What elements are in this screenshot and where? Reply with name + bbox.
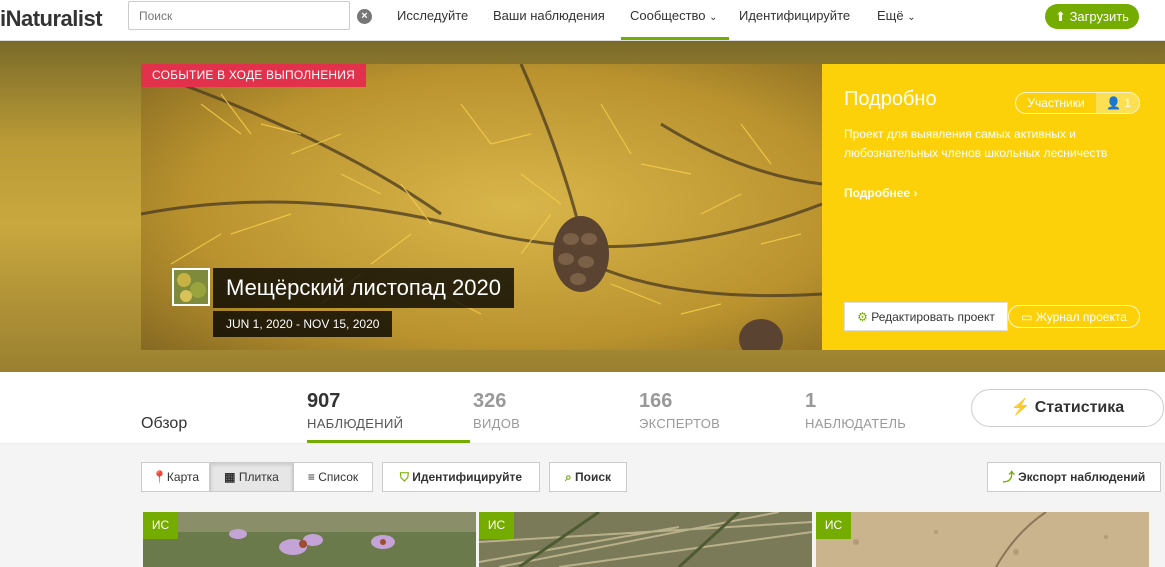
project-dates: JUN 1, 2020 - NOV 15, 2020: [213, 311, 393, 337]
grid-view-button[interactable]: ▦ Плитка: [210, 462, 293, 492]
stat-species-count: 326: [473, 390, 507, 412]
project-journal-button[interactable]: ▭ Журнал проекта: [1008, 305, 1140, 328]
stat-observations[interactable]: 907 НАБЛЮДЕНИЙ: [307, 390, 403, 431]
map-view-button[interactable]: 📍Карта: [141, 462, 210, 492]
edit-project-label: Редактировать проект: [871, 310, 995, 324]
members-count-value: 1: [1124, 96, 1131, 110]
project-icon: [172, 268, 210, 306]
search-icon: ⌕: [564, 470, 572, 484]
external-link-icon: ⤴: [1002, 470, 1015, 484]
top-navbar: iNaturalist × Исследуйте Ваши наблюдения…: [0, 0, 1165, 41]
search-button[interactable]: ⌕ Поиск: [549, 462, 627, 492]
stat-observers[interactable]: 1 НАБЛЮДАТЕЛЬ: [805, 390, 906, 431]
project-journal-label: Журнал проекта: [1035, 310, 1127, 324]
export-observations-button[interactable]: ⤴ Экспорт наблюдений: [987, 462, 1161, 492]
more-link-label: Подробнее: [844, 186, 911, 200]
stat-observations-label: НАБЛЮДЕНИЙ: [307, 416, 404, 431]
upload-icon: ⬆: [1055, 9, 1066, 24]
chevron-right-icon: ›: [913, 186, 918, 200]
gear-icon: ⚙: [857, 310, 868, 324]
upload-button[interactable]: ⬆ Загрузить: [1045, 4, 1139, 29]
identify-button[interactable]: ⛉ Идентифицируйте: [382, 462, 540, 492]
nav-community-label: Сообщество: [630, 8, 706, 23]
map-marker-icon: 📍: [151, 470, 167, 484]
details-title: Подробно: [844, 88, 937, 110]
list-view-label: Список: [318, 470, 359, 484]
statistics-button[interactable]: ⚡ Статистика: [971, 389, 1164, 427]
research-grade-badge: ИС: [816, 512, 851, 539]
lightning-icon: ⚡: [1010, 399, 1031, 416]
nav-community[interactable]: Сообщество ⌄: [630, 8, 718, 23]
nav-more[interactable]: Ещё ⌄: [877, 8, 916, 23]
chevron-down-icon: ⌄: [907, 12, 916, 23]
map-view-label: Карта: [166, 470, 200, 484]
search-button-label: Поиск: [575, 470, 612, 484]
identify-label: Идентифицируйте: [412, 470, 523, 484]
nav-your-observations[interactable]: Ваши наблюдения: [493, 8, 605, 23]
clear-search-icon[interactable]: ×: [357, 9, 372, 24]
observation-tile[interactable]: [479, 512, 812, 567]
shield-icon: ⛉: [399, 470, 409, 484]
nav-more-label: Ещё: [877, 8, 904, 23]
nav-identify[interactable]: Идентифицируйте: [739, 8, 850, 23]
inaturalist-logo[interactable]: iNaturalist: [0, 6, 103, 32]
stat-observations-count: 907: [307, 390, 341, 412]
grid-icon: ▦: [224, 470, 236, 484]
edit-project-button[interactable]: ⚙ Редактировать проект: [844, 302, 1008, 331]
stat-identifiers-count: 166: [639, 390, 673, 412]
observation-tile[interactable]: [143, 512, 476, 567]
grid-view-label: Плитка: [238, 470, 279, 484]
chevron-down-icon: ⌄: [709, 12, 718, 23]
members-label: Участники: [1027, 96, 1085, 110]
research-grade-badge: ИС: [479, 512, 514, 539]
members-button[interactable]: Участники 👤 1: [1015, 92, 1140, 114]
nav-active-indicator: [621, 37, 729, 40]
observation-tile[interactable]: [816, 512, 1149, 567]
statistics-label: Статистика: [1034, 399, 1125, 416]
stat-active-indicator: [307, 440, 470, 443]
nav-explore[interactable]: Исследуйте: [397, 8, 468, 23]
members-count: 👤 1: [1096, 93, 1139, 113]
list-view-button[interactable]: ≡ Список: [293, 462, 373, 492]
project-title: Мещёрский листопад 2020: [213, 268, 514, 308]
export-label: Экспорт наблюдений: [1018, 470, 1146, 484]
event-in-progress-badge: СОБЫТИЕ В ХОДЕ ВЫПОЛНЕНИЯ: [141, 64, 366, 87]
user-icon: 👤: [1106, 96, 1121, 110]
project-description: Проект для выявления самых активных и лю…: [844, 127, 1108, 160]
list-icon: ≡: [307, 470, 315, 484]
search-input[interactable]: [128, 1, 350, 30]
stat-identifiers-label: ЭКСПЕРТОВ: [639, 416, 721, 431]
stat-observers-label: НАБЛЮДАТЕЛЬ: [805, 416, 907, 431]
journal-icon: ▭: [1021, 310, 1033, 324]
stat-species[interactable]: 326 ВИДОВ: [473, 390, 520, 431]
stat-observers-count: 1: [805, 390, 817, 412]
more-link[interactable]: Подробнее ›: [844, 186, 917, 200]
overview-tab[interactable]: Обзор: [141, 415, 187, 433]
upload-label: Загрузить: [1069, 9, 1129, 24]
stat-species-label: ВИДОВ: [473, 416, 521, 431]
research-grade-badge: ИС: [143, 512, 178, 539]
stat-identifiers[interactable]: 166 ЭКСПЕРТОВ: [639, 390, 720, 431]
